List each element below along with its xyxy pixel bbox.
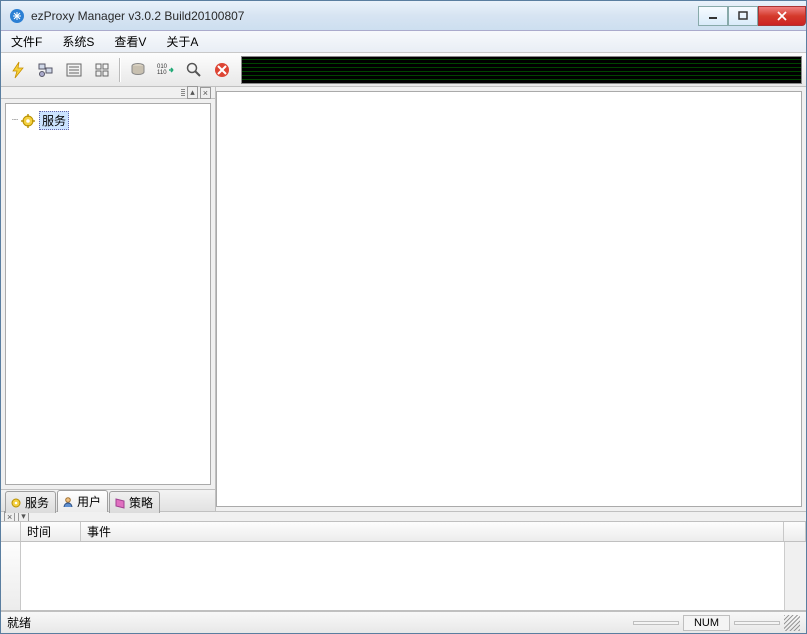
tab-services-label: 服务 — [25, 494, 49, 511]
binary-arrow-icon[interactable]: 010110 — [153, 57, 179, 83]
book-icon — [114, 497, 126, 509]
column-scroll-gutter — [784, 522, 806, 541]
menubar: 文件F 系统S 查看V 关于A — [1, 31, 806, 53]
status-cell-empty-2 — [734, 621, 780, 625]
minimize-button[interactable] — [698, 6, 728, 26]
row-handle-column — [1, 522, 21, 541]
devices-icon[interactable] — [33, 57, 59, 83]
event-list-header: 时间 事件 — [1, 522, 806, 542]
resize-grip-icon[interactable] — [784, 615, 800, 631]
lightning-icon[interactable] — [5, 57, 31, 83]
tab-policies-label: 策略 — [129, 494, 153, 511]
menu-file[interactable]: 文件F — [7, 31, 46, 52]
app-window: ezProxy Manager v3.0.2 Build20100807 文件F… — [0, 0, 807, 634]
tab-users-label: 用户 — [77, 493, 101, 510]
maximize-button[interactable] — [728, 6, 758, 26]
tree-root-node[interactable]: ┈ 服务 — [10, 110, 206, 131]
svg-text:110: 110 — [157, 70, 167, 76]
tab-services[interactable]: 服务 — [5, 491, 56, 513]
tab-policies[interactable]: 策略 — [109, 491, 160, 513]
activity-monitor — [241, 56, 802, 84]
left-pane: ▴ × ┈ 服务 — [1, 87, 216, 511]
close-button[interactable] — [758, 6, 806, 26]
tree-view[interactable]: ┈ 服务 — [5, 103, 211, 485]
disk-icon[interactable] — [125, 57, 151, 83]
column-event[interactable]: 事件 — [81, 522, 784, 541]
status-cell-empty-1 — [633, 621, 679, 625]
menu-system[interactable]: 系统S — [58, 31, 98, 52]
user-icon — [62, 496, 74, 508]
content-area — [216, 91, 802, 507]
tree-root-label[interactable]: 服务 — [39, 111, 69, 130]
search-icon[interactable] — [181, 57, 207, 83]
status-numlock: NUM — [683, 615, 730, 631]
panel-close-icon[interactable]: × — [200, 87, 211, 99]
main-split: ▴ × ┈ 服务 — [1, 87, 806, 511]
event-list-body[interactable] — [1, 542, 806, 611]
tree-connector-icon: ┈ — [12, 115, 17, 126]
toolbar: 010110 — [1, 53, 806, 87]
window-title: ezProxy Manager v3.0.2 Build20100807 — [31, 9, 698, 23]
left-tabstrip: 服务 用户 策略 — [1, 489, 215, 511]
tab-users[interactable]: 用户 — [57, 490, 108, 512]
gear-icon — [21, 114, 35, 128]
menu-about[interactable]: 关于A — [162, 31, 202, 52]
event-panel: 时间 事件 — [1, 521, 806, 611]
statusbar: 就绪 NUM — [1, 611, 806, 633]
app-icon — [9, 8, 25, 24]
status-ready: 就绪 — [7, 614, 629, 631]
body-area: ▴ × ┈ 服务 — [1, 87, 806, 611]
stop-icon[interactable] — [209, 57, 235, 83]
grid-icon[interactable] — [89, 57, 115, 83]
collapse-arrow-icon[interactable]: ▴ — [187, 86, 198, 99]
list-icon[interactable] — [61, 57, 87, 83]
column-time[interactable]: 时间 — [21, 522, 81, 541]
panel-handle[interactable]: ▴ × — [1, 87, 215, 99]
grip-icon — [181, 89, 185, 97]
toolbar-separator — [119, 58, 121, 82]
titlebar[interactable]: ezProxy Manager v3.0.2 Build20100807 — [1, 1, 806, 31]
menu-view[interactable]: 查看V — [110, 31, 150, 52]
gear-icon — [10, 497, 22, 509]
event-list-content — [21, 542, 784, 610]
window-buttons — [698, 5, 806, 26]
list-handle-gutter — [1, 542, 21, 610]
vertical-scrollbar[interactable] — [784, 542, 806, 610]
